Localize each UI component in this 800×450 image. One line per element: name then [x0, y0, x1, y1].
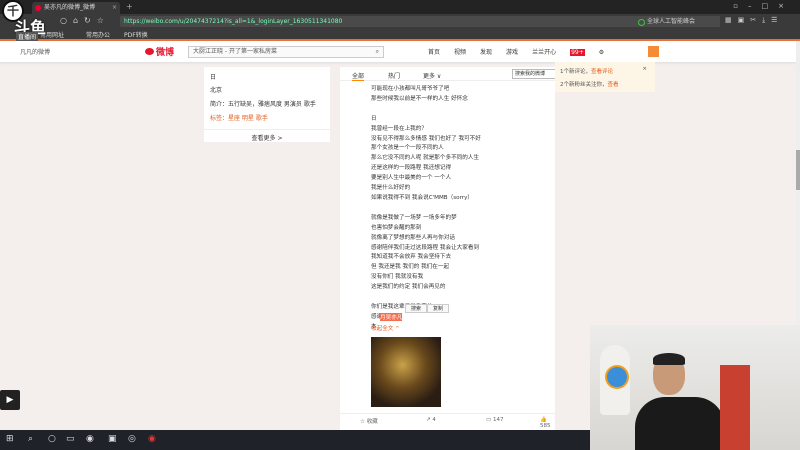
post-line [371, 293, 481, 303]
post-line: 可能现在小孩都叫凡哥爷爷了吧 [371, 86, 450, 92]
menu-home[interactable]: 首页 [428, 49, 440, 56]
tab-strip: 吴亦凡的微博_微博 × + ▫–□× [0, 0, 800, 14]
like-button[interactable]: 👍585 [540, 417, 555, 429]
collapse-link[interactable]: 收起全文 ^ [371, 324, 400, 332]
username[interactable]: 凡凡的微博 [20, 47, 50, 56]
post-line: 我曾经一段在上我的？ [371, 125, 427, 132]
view-comments-link[interactable]: 查看评论 [591, 69, 613, 75]
notification-popup: 1个新评论，查看评论 2个新粉丝关注你，查看 × [555, 62, 655, 92]
see-more-link[interactable]: 查看更多 > [204, 129, 330, 142]
app-icon[interactable]: ▣ [108, 434, 117, 444]
menu-discover[interactable]: 发现 [480, 49, 492, 56]
search-icon[interactable]: ⌕ [376, 47, 379, 57]
tab-hot[interactable]: 热门 [388, 71, 400, 80]
toolbar-icons[interactable]: ▦▣✂⤓☰ [725, 16, 783, 25]
post-line: 那个女孩是一个一段不同的人 [371, 145, 444, 152]
chrome-icon[interactable]: ◉ [86, 434, 94, 444]
feed-tabs: 全部 热门 更多 ∨ 搜索我的微博 [340, 67, 562, 81]
close-icon[interactable]: × [642, 66, 647, 72]
location: 北京 [210, 87, 223, 94]
search-icon[interactable]: ⌕ [28, 434, 33, 444]
selection-popup: 搜索 复制 [405, 304, 450, 313]
post-line: 那些时候我以前是不一样的人生 好怀念 [371, 95, 468, 102]
windows-start-icon[interactable]: ⊞ [6, 434, 14, 444]
view-fans-link[interactable]: 查看 [608, 82, 619, 88]
bookmark[interactable]: 常用办公 [86, 30, 110, 39]
post-actions: ☆ 收藏 ↗ 4 ▭ 147 👍585 [340, 413, 555, 429]
intro: 简介：五行缺吴，雅痞风度 男演员 歌手 [210, 101, 316, 108]
post-line: 日 [371, 115, 377, 122]
copy-button[interactable]: 复制 [427, 304, 450, 313]
post-line: 但 我还是我 我们的 我们在一起 [371, 264, 450, 271]
menu-user[interactable]: 兰兰开心 [532, 49, 556, 56]
post-text: 可能现在小孩都叫凡哥爷爷了吧那些时候我以前是不一样的人生 好怀念 日我曾经一段在… [371, 85, 481, 333]
tab-all[interactable]: 全部 [352, 71, 365, 81]
cortana-icon[interactable]: ○ [48, 434, 56, 444]
weibo-search-input[interactable]: 大厨江正晓 - 开了第一家私房菜 ⌕ [188, 46, 384, 58]
favorite-button[interactable]: ☆ 收藏 [360, 417, 378, 425]
menu-video[interactable]: 视频 [454, 49, 466, 56]
post-photo[interactable] [371, 337, 441, 407]
post-line [371, 204, 481, 214]
chair [720, 365, 750, 450]
post-line: 我知道我不会放弃 我会坚持下去 [371, 254, 452, 261]
menu-game[interactable]: 游戏 [506, 49, 518, 56]
compose-button[interactable] [648, 46, 659, 57]
scrollbar-thumb[interactable] [796, 150, 800, 190]
post-line: 没有你们 我就没有我 [371, 274, 424, 281]
message-badge[interactable]: 99+ [570, 49, 585, 56]
close-tab-icon[interactable]: × [112, 2, 117, 14]
post-line: 要是别人生中最美的一个 一个人 [371, 175, 452, 182]
url-input[interactable]: https://weibo.com/u/2047437214?is_all=1&… [120, 16, 685, 27]
weibo-logo[interactable]: 微博 [145, 45, 174, 58]
post-line: 感谢陪伴我们走过这段路程 我会让大家看到 [371, 244, 480, 251]
highlighted-text: 月吴亦凡 [380, 313, 403, 321]
rocket-decoration [600, 345, 630, 415]
post-line: 没有见不得那么多情感 我们也好了 我可不好 [371, 135, 481, 142]
tags[interactable]: 标签：星座 明星 歌手 [210, 113, 268, 122]
comment-button[interactable]: ▭ 147 [486, 417, 503, 423]
task-view-icon[interactable]: ▭ [66, 434, 75, 444]
profile-card: 日 北京 简介：五行缺吴，雅痞风度 男演员 歌手 标签：星座 明星 歌手 查看更… [204, 67, 330, 142]
weibo-header: 凡凡的微博 微博 大厨江正晓 - 开了第一家私房菜 ⌕ 首页 视频 发现 游戏 兰兰开心 9… [0, 41, 796, 62]
new-tab-button[interactable]: + [126, 2, 133, 11]
post-line: 还是这样的一段路程 我还想记得 [371, 165, 452, 172]
play-button[interactable]: ▶ [0, 390, 20, 410]
bookmarks-bar: 常用网址 常用办公 PDF转换 [0, 28, 800, 41]
weibo-feed: 全部 热门 更多 ∨ 搜索我的微博 可能现在小孩都叫凡哥爷爷了吧那些时候我以前是… [340, 67, 562, 430]
repost-button[interactable]: ↗ 4 [426, 417, 436, 423]
app-icon[interactable]: ◎ [128, 434, 136, 444]
webcam-overlay [590, 325, 800, 450]
post-line: 如果说我得不到 我会说C'MMB（sorry） [371, 194, 473, 201]
top-menu: 首页 视频 发现 游戏 兰兰开心 99+ ⚙ [428, 47, 618, 56]
post-line [371, 105, 481, 115]
post-line: 就像离了梦想的那些人再与你对话 [371, 234, 455, 241]
post-line: 就像是我做了一场梦 一场多年的梦 [371, 214, 457, 221]
douyu-logo: 千 斗鱼 直播间 [2, 0, 52, 41]
gear-icon[interactable]: ⚙ [599, 49, 604, 56]
post-line: 这是我们的约定 我们会再见的 [371, 284, 446, 291]
address-bar-row: ○⌂↻☆ https://weibo.com/u/2047437214?is_a… [0, 14, 800, 28]
post-line: 我是什么好好的 [371, 185, 411, 192]
post-line: 那么它没不同的人呢 就是那个多不同的人生 [371, 155, 480, 162]
browser-search-input[interactable]: 全球人工智能峰会 [635, 16, 720, 27]
bookmark[interactable]: PDF转换 [124, 30, 148, 39]
post-line: 也害怕梦会醒的那刻 [371, 224, 422, 231]
nav-buttons[interactable]: ○⌂↻☆ [60, 16, 110, 25]
search-selection-button[interactable]: 搜索 [405, 304, 428, 313]
weibo-app-icon[interactable]: ◉ [148, 434, 156, 444]
window-controls[interactable]: ▫–□× [733, 2, 794, 10]
streamer [635, 353, 725, 450]
card-title: 日 [210, 74, 217, 81]
tab-more[interactable]: 更多 ∨ [423, 71, 441, 80]
